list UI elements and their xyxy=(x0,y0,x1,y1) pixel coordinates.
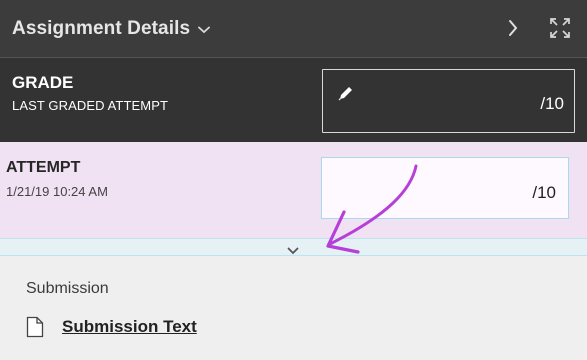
chevron-down-icon[interactable] xyxy=(198,21,211,39)
attempt-expander[interactable] xyxy=(0,238,587,256)
chevron-down-icon[interactable] xyxy=(287,242,299,260)
grade-section: GRADE LAST GRADED ATTEMPT /10 xyxy=(0,58,587,142)
panel-header: Assignment Details xyxy=(0,0,587,58)
attempt-label: ATTEMPT xyxy=(6,159,81,176)
submission-label: Submission xyxy=(26,280,109,297)
attempt-grade-input[interactable]: /10 xyxy=(321,157,569,219)
grade-value: /10 xyxy=(540,94,564,113)
document-icon xyxy=(26,316,44,343)
chevron-right-icon[interactable] xyxy=(508,19,518,42)
attempt-date: 1/21/19 10:24 AM xyxy=(6,184,108,199)
panel-title[interactable]: Assignment Details xyxy=(12,18,190,40)
attempt-section: ATTEMPT 1/21/19 10:24 AM /10 xyxy=(0,142,587,238)
pencil-icon[interactable] xyxy=(337,84,355,107)
submission-text-link[interactable]: Submission Text xyxy=(62,317,197,337)
expand-fullscreen-icon[interactable] xyxy=(549,17,571,44)
grade-label: GRADE xyxy=(12,73,74,92)
grade-sublabel: LAST GRADED ATTEMPT xyxy=(12,98,169,113)
grade-input[interactable]: /10 xyxy=(322,69,575,133)
attempt-grade-value: /10 xyxy=(532,183,556,202)
